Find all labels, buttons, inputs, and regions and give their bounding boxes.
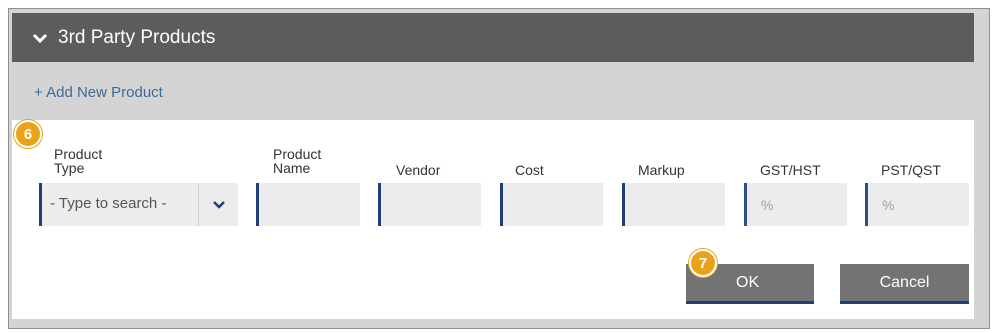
label-pst-qst: PST/QST	[881, 162, 941, 178]
gst-hst-unit: %	[761, 197, 774, 213]
chevron-down-icon	[32, 33, 48, 43]
chevron-down-icon	[212, 200, 225, 209]
add-new-product-link[interactable]: + Add New Product	[34, 84, 163, 101]
label-product-type: Product Type	[54, 146, 103, 176]
product-type-placeholder: - Type to search -	[50, 195, 167, 212]
step-badge-6: 6	[14, 120, 42, 148]
product-name-input[interactable]	[256, 183, 360, 226]
label-cost: Cost	[515, 162, 544, 178]
pst-qst-unit: %	[882, 197, 895, 213]
section-header[interactable]: 3rd Party Products	[12, 13, 974, 62]
label-markup: Markup	[638, 162, 685, 178]
cancel-button[interactable]: Cancel	[840, 264, 969, 304]
label-product-name: Product Name	[273, 146, 322, 176]
section-title: 3rd Party Products	[58, 26, 216, 48]
vendor-input[interactable]	[378, 183, 481, 226]
select-arrow[interactable]	[198, 183, 238, 226]
pst-qst-input[interactable]: %	[865, 183, 969, 226]
markup-input[interactable]	[622, 183, 725, 226]
label-vendor: Vendor	[396, 162, 441, 178]
gst-hst-input[interactable]: %	[744, 183, 847, 226]
cost-input[interactable]	[500, 183, 603, 226]
label-gst-hst: GST/HST	[760, 162, 821, 178]
product-type-select[interactable]: - Type to search -	[39, 183, 238, 226]
step-badge-7: 7	[689, 249, 717, 277]
